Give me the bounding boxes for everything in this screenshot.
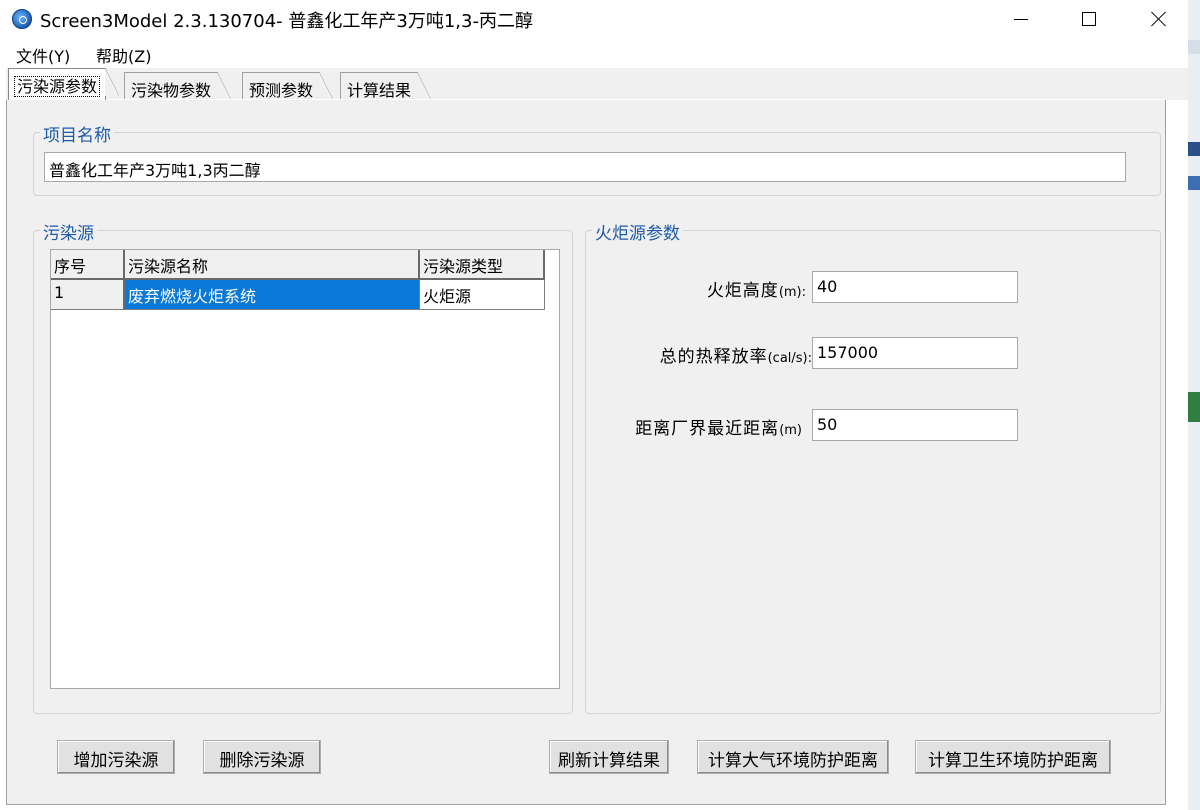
cell-source-name[interactable]: 废弃燃烧火炬系统	[125, 280, 420, 310]
tab-label: 污染物参数	[131, 81, 212, 100]
minimize-button[interactable]	[998, 0, 1044, 38]
calc-atmospheric-distance-button[interactable]: 计算大气环境防护距离	[697, 740, 889, 774]
tab-page-source-params: 项目名称 普鑫化工年产3万吨1,3丙二醇 污染源 序号 污染源名称 污染源类型 …	[6, 99, 1166, 805]
heat-release-input[interactable]: 157000	[812, 337, 1018, 369]
field-unit: (m)	[779, 423, 802, 438]
project-name-input[interactable]: 普鑫化工年产3万吨1,3丙二醇	[44, 152, 1126, 182]
project-group: 项目名称 普鑫化工年产3万吨1,3丙二醇	[33, 121, 1161, 196]
column-header-index[interactable]: 序号	[51, 250, 125, 280]
add-source-button[interactable]: 增加污染源	[57, 740, 175, 774]
column-header-name[interactable]: 污染源名称	[125, 250, 420, 280]
menu-bar: 文件(Y) 帮助(Z)	[6, 40, 1188, 66]
tab-label: 预测参数	[249, 81, 314, 100]
flare-params-group: 火炬源参数 火炬高度(m): 40 总的热释放率(cal/s): 157000 …	[585, 219, 1161, 714]
cell-index[interactable]: 1	[51, 280, 125, 310]
maximize-icon	[1082, 12, 1096, 26]
tab-label: 计算结果	[347, 81, 412, 100]
minimize-icon	[1014, 18, 1028, 20]
cell-source-type[interactable]: 火炬源	[420, 280, 545, 310]
delete-source-button[interactable]: 删除污染源	[203, 740, 321, 774]
heat-release-label: 总的热释放率(cal/s):	[660, 342, 812, 367]
calc-sanitary-distance-button[interactable]: 计算卫生环境防护距离	[915, 740, 1111, 774]
close-icon	[1151, 11, 1167, 27]
maximize-button[interactable]	[1066, 0, 1112, 38]
flare-group-title: 火炬源参数	[592, 219, 683, 244]
field-label-text: 火炬高度	[706, 281, 779, 301]
app-globe-icon	[12, 9, 32, 29]
refresh-results-button[interactable]: 刷新计算结果	[549, 740, 669, 774]
field-label-text: 距离厂界最近距离	[635, 419, 780, 439]
project-group-title: 项目名称	[40, 121, 114, 146]
sources-grid[interactable]: 序号 污染源名称 污染源类型 1 废弃燃烧火炬系统 火炬源	[50, 249, 560, 689]
flare-height-input[interactable]: 40	[812, 271, 1018, 303]
menu-file[interactable]: 文件(Y)	[16, 43, 70, 67]
tab-strip: 污染源参数 污染物参数 预测参数 计算结果	[6, 68, 1188, 100]
tab-source-params[interactable]: 污染源参数	[8, 68, 120, 100]
sources-group: 污染源 序号 污染源名称 污染源类型 1 废弃燃烧火炬系统 火炬源	[33, 219, 573, 714]
tab-pollutant-params[interactable]: 污染物参数	[124, 72, 232, 100]
field-label-text: 总的热释放率	[659, 347, 768, 367]
tab-label: 污染源参数	[13, 76, 101, 97]
flare-height-label: 火炬高度(m):	[707, 276, 806, 301]
sources-group-title: 污染源	[40, 219, 97, 244]
tab-prediction-params[interactable]: 预测参数	[242, 72, 334, 100]
column-header-type[interactable]: 污染源类型	[420, 250, 545, 280]
boundary-distance-input[interactable]: 50	[812, 409, 1018, 441]
menu-help[interactable]: 帮助(Z)	[96, 43, 151, 67]
field-unit: (m):	[778, 285, 806, 300]
app-window: Screen3Model 2.3.130704- 普鑫化工年产3万吨1,3-丙二…	[0, 0, 1188, 810]
title-bar[interactable]: Screen3Model 2.3.130704- 普鑫化工年产3万吨1,3-丙二…	[0, 0, 1188, 38]
field-unit: (cal/s):	[767, 351, 812, 366]
boundary-distance-label: 距离厂界最近距离(m)	[635, 414, 802, 439]
tab-results[interactable]: 计算结果	[340, 72, 432, 100]
close-button[interactable]	[1136, 0, 1182, 38]
desktop-background-right	[1188, 0, 1200, 810]
window-title: Screen3Model 2.3.130704- 普鑫化工年产3万吨1,3-丙二…	[40, 11, 533, 32]
